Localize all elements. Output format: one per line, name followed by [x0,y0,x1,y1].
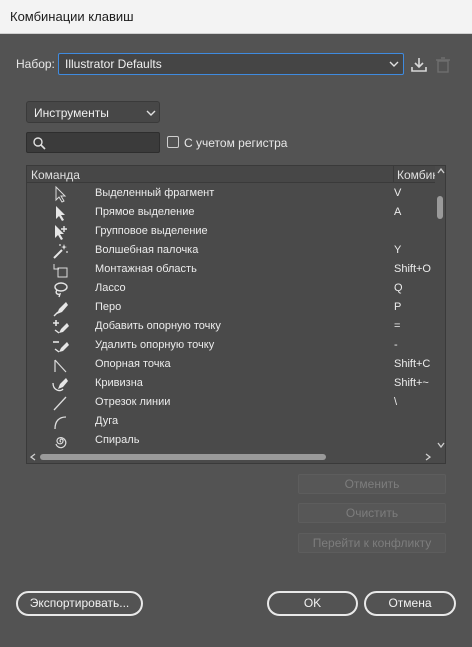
command-name: Кривизна [95,377,143,389]
command-name: Лассо [95,282,126,294]
shortcut-key[interactable]: Shift+~ [394,377,434,389]
command-name: Отрезок линии [95,396,171,408]
chevron-down-icon [146,110,156,116]
line-segment-icon [53,396,67,411]
table-row[interactable]: Перо P [27,298,435,317]
direct-selection-icon [56,206,65,221]
table-row[interactable]: Монтажная область Shift+O [27,260,435,279]
category-dropdown-value: Инструменты [34,106,109,120]
table-row[interactable]: Удалить опорную точку - [27,336,435,355]
command-name: Перо [95,301,122,313]
shortcut-key[interactable]: Y [394,244,434,256]
shortcuts-table: Команда Комбинация Выделенный фрагментVП… [26,165,446,464]
table-body: Выделенный фрагмент V Прямое выделение A Гру… [27,184,435,450]
command-name: Волшебная палочка [95,244,199,256]
magic-wand-icon [53,244,68,259]
chevron-down-icon [389,61,399,67]
table-row[interactable]: Выделенный фрагмент V [27,184,435,203]
shortcut-key[interactable]: Q [394,282,434,294]
pen-icon [53,302,68,317]
set-dropdown[interactable]: Illustrator Defaults [58,53,404,75]
scroll-right-arrow-icon[interactable] [425,453,431,461]
vertical-scroll-thumb[interactable] [437,196,443,219]
scroll-down-arrow-icon[interactable] [437,442,445,448]
table-row[interactable]: Волшебная палочка Y [27,241,435,260]
artboard-icon [53,264,68,278]
set-dropdown-value: Illustrator Defaults [65,57,162,71]
table-row[interactable]: Опорная точка Shift+C [27,355,435,374]
search-input[interactable] [26,132,160,153]
table-row[interactable]: Добавить опорную точку = [27,317,435,336]
spiral-icon [55,437,67,449]
shortcut-key[interactable]: P [394,301,434,313]
column-header-shortcut[interactable]: Комбинация [397,168,435,182]
delete-anchor-point-icon [53,341,69,353]
category-dropdown[interactable]: Инструменты [26,101,160,123]
shortcut-key[interactable]: V [394,187,434,199]
command-name: Дуга [95,415,119,427]
case-sensitive-label: С учетом регистра [184,136,288,150]
command-name: Выделенный фрагмент [95,187,215,199]
command-name: Опорная точка [95,358,171,370]
shortcut-key[interactable]: Shift+O [394,263,434,275]
clear-button[interactable]: Очистить [298,503,446,523]
shortcut-key[interactable]: Shift+C [394,358,434,370]
cancel-button[interactable]: Отмена [364,591,456,616]
search-icon [33,137,46,150]
command-name: Групповое выделение [95,225,208,237]
add-anchor-point-icon [53,320,69,334]
command-name: Удалить опорную точку [95,339,215,351]
shortcut-key[interactable]: = [394,320,434,332]
lasso-icon [54,282,68,298]
shortcut-key[interactable]: - [394,339,434,351]
curvature-icon [52,378,68,392]
export-button[interactable]: Экспортировать... [16,591,143,616]
command-name: Спираль [95,434,140,446]
scroll-left-arrow-icon[interactable] [30,453,36,461]
shortcut-key[interactable]: \ [394,396,434,408]
horizontal-scrollbar[interactable] [27,451,435,463]
table-row[interactable]: Групповое выделение [27,222,435,241]
save-set-icon[interactable] [410,56,428,74]
table-row[interactable]: Отрезок линии \ [27,393,435,412]
window-title: Комбинации клавиш [10,9,134,24]
table-row[interactable]: Лассо Q [27,279,435,298]
group-selection-icon [55,225,67,240]
table-row[interactable]: Прямое выделение A [27,203,435,222]
column-divider[interactable] [393,166,394,183]
command-name: Монтажная область [95,263,197,275]
table-row[interactable]: Спираль [27,431,435,450]
command-name: Прямое выделение [95,206,195,218]
vertical-scrollbar[interactable] [435,166,445,451]
anchor-point-icon [54,359,67,373]
table-header: Команда Комбинация [27,166,435,183]
arc-icon [54,416,67,430]
table-row[interactable]: Кривизна Shift+~ [27,374,435,393]
undo-button[interactable]: Отменить [298,474,446,494]
table-row[interactable]: Дуга [27,412,435,431]
delete-set-icon[interactable] [434,56,452,74]
title-bar: Комбинации клавиш [0,0,472,34]
ok-button[interactable]: OK [267,591,358,616]
selection-arrow-icon [55,185,67,203]
scroll-up-arrow-icon[interactable] [437,168,445,174]
shortcut-key[interactable]: A [394,206,434,218]
goto-conflict-button[interactable]: Перейти к конфликту [298,533,446,553]
case-sensitive-checkbox[interactable] [167,136,179,148]
command-name: Добавить опорную точку [95,320,221,332]
set-label: Набор: [16,57,55,71]
horizontal-scroll-thumb[interactable] [40,454,326,460]
column-header-command[interactable]: Команда [31,168,80,182]
